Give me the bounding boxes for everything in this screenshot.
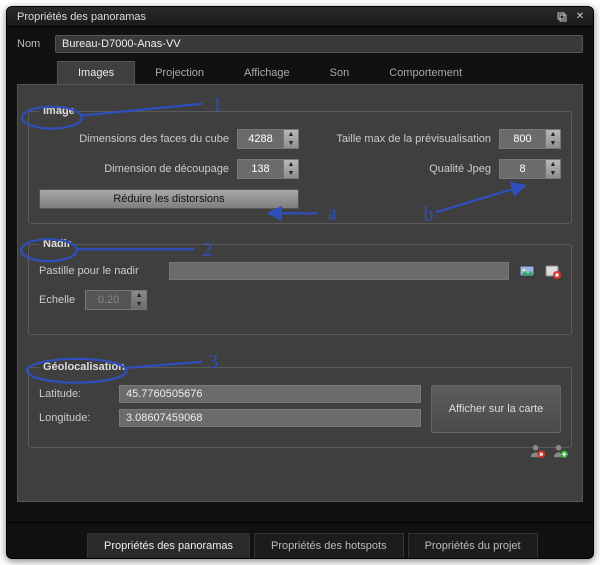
cube-faces-input[interactable]	[237, 129, 283, 149]
window-title: Propriétés des panoramas	[17, 11, 146, 23]
tab-comportement[interactable]: Comportement	[369, 61, 482, 84]
split-dim-stepper[interactable]: ▲▼	[237, 159, 299, 179]
clear-image-icon[interactable]	[545, 263, 561, 279]
tab-projection[interactable]: Projection	[135, 61, 224, 84]
preview-max-stepper[interactable]: ▲▼	[499, 129, 561, 149]
titlebar: Propriétés des panoramas ✕	[7, 7, 593, 27]
name-input[interactable]	[55, 35, 583, 53]
section-nadir-legend: Nadir	[39, 238, 75, 250]
top-tabs: Images Projection Affichage Son Comporte…	[7, 61, 593, 84]
section-geo-legend: Géolocalisation	[39, 361, 129, 373]
jpeg-quality-stepper[interactable]: ▲▼	[499, 159, 561, 179]
show-on-map-button[interactable]: Afficher sur la carte	[431, 385, 561, 433]
bottom-tab-hotspots[interactable]: Propriétés des hotspots	[254, 533, 404, 558]
tab-body: Image Dimensions des faces du cube ▲▼ Di…	[17, 84, 583, 502]
detach-button[interactable]	[555, 10, 569, 24]
bottom-tab-panoramas[interactable]: Propriétés des panoramas	[87, 533, 250, 558]
longitude-label: Longitude:	[39, 412, 109, 424]
split-dim-input[interactable]	[237, 159, 283, 179]
section-geo: Géolocalisation Latitude: Longitude: Aff…	[28, 361, 572, 448]
bottom-tab-project[interactable]: Propriétés du projet	[408, 533, 538, 558]
bottom-tabs: Propriétés des panoramas Propriétés des …	[7, 522, 593, 558]
reduce-distortion-button[interactable]: Réduire les distorsions	[39, 189, 299, 209]
nadir-patch-path[interactable]	[169, 262, 509, 280]
name-label: Nom	[17, 38, 47, 50]
user-remove-icon[interactable]	[530, 443, 545, 461]
tab-affichage[interactable]: Affichage	[224, 61, 310, 84]
jpeg-quality-label: Qualité Jpeg	[429, 163, 491, 175]
preview-max-label: Taille max de la prévisualisation	[336, 133, 491, 145]
tab-images[interactable]: Images	[57, 61, 135, 84]
split-dim-label: Dimension de découpage	[104, 163, 229, 175]
section-image: Image Dimensions des faces du cube ▲▼ Di…	[28, 105, 572, 224]
cube-faces-label: Dimensions des faces du cube	[79, 133, 229, 145]
preview-max-input[interactable]	[499, 129, 545, 149]
latitude-label: Latitude:	[39, 388, 109, 400]
section-nadir: Nadir Pastille pour le nadir Echelle	[28, 238, 572, 335]
nadir-scale-label: Echelle	[39, 294, 75, 306]
cube-faces-stepper[interactable]: ▲▼	[237, 129, 299, 149]
panorama-properties-panel: Propriétés des panoramas ✕ Nom Images Pr…	[6, 6, 594, 559]
close-button[interactable]: ✕	[573, 10, 587, 24]
name-row: Nom	[7, 27, 593, 61]
section-image-legend: Image	[39, 105, 79, 117]
nadir-patch-label: Pastille pour le nadir	[39, 265, 159, 277]
jpeg-quality-input[interactable]	[499, 159, 545, 179]
longitude-input[interactable]	[119, 409, 421, 427]
user-add-icon[interactable]	[553, 443, 568, 461]
nadir-scale-input	[85, 290, 131, 310]
status-icons	[530, 443, 568, 461]
tab-son[interactable]: Son	[310, 61, 370, 84]
latitude-input[interactable]	[119, 385, 421, 403]
nadir-scale-stepper: ▲▼	[85, 290, 147, 310]
browse-image-icon[interactable]	[519, 263, 535, 279]
